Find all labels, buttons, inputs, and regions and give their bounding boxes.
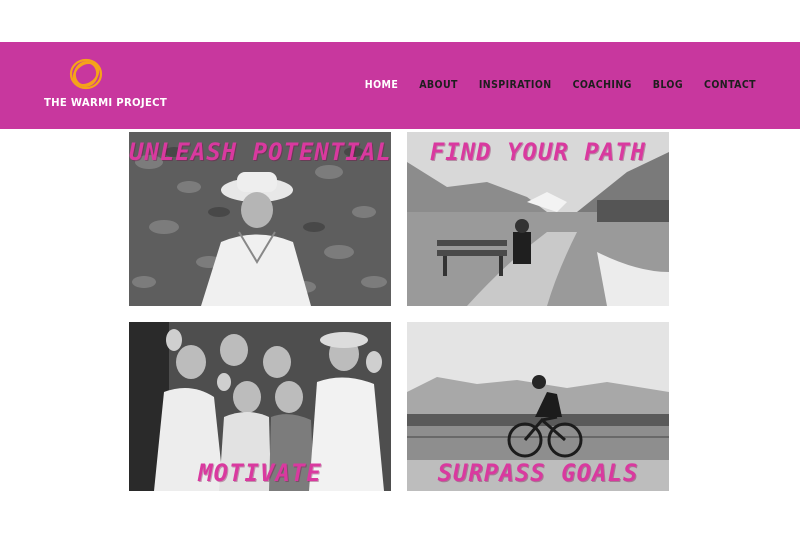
site-logo[interactable]: THE WARMI PROJECT	[44, 54, 168, 114]
nav-contact[interactable]: CONTACT	[704, 79, 756, 91]
site-header: THE WARMI PROJECT HOME ABOUT INSPIRATION…	[0, 42, 800, 129]
tile-surpass-goals[interactable]: SURPASS GOALS	[407, 322, 669, 491]
tile-motivate[interactable]: MOTIVATE	[129, 322, 391, 491]
site-name: THE WARMI PROJECT	[44, 96, 168, 109]
tile-find-your-path[interactable]: FIND YOUR PATH	[407, 132, 669, 306]
tile-unleash-potential[interactable]: UNLEASH POTENTIAL	[129, 132, 391, 306]
nav-coaching[interactable]: COACHING	[573, 79, 632, 91]
nav-inspiration[interactable]: INSPIRATION	[479, 79, 552, 91]
nav-about[interactable]: ABOUT	[419, 79, 458, 91]
nav-home[interactable]: HOME	[365, 79, 398, 91]
tile-title: FIND YOUR PATH	[429, 138, 647, 166]
sun-ring-logo-icon	[69, 58, 103, 90]
main-nav: HOME ABOUT INSPIRATION COACHING BLOG CON…	[365, 79, 756, 91]
tile-title: UNLEASH POTENTIAL	[129, 138, 391, 166]
nav-blog[interactable]: BLOG	[653, 79, 683, 91]
tile-title: SURPASS GOALS	[437, 459, 639, 487]
tile-title: MOTIVATE	[198, 459, 322, 487]
